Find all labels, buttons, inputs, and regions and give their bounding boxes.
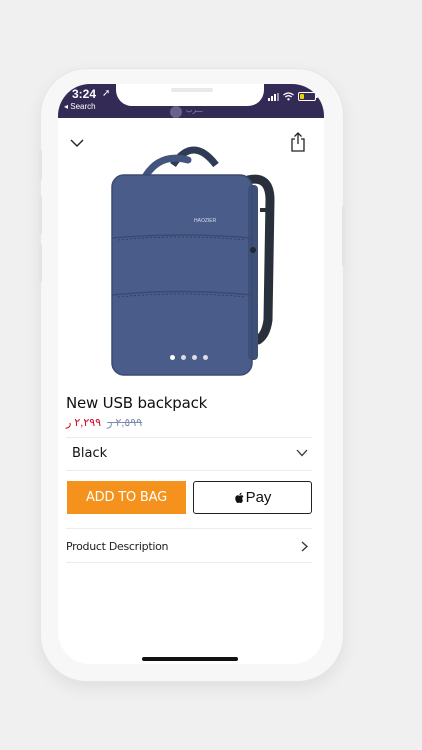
status-time: 3:24 [72, 87, 97, 101]
carousel-dot[interactable] [170, 355, 175, 360]
phone-power-button [342, 206, 345, 266]
phone-side-button [39, 244, 42, 282]
chevron-down-icon[interactable] [70, 138, 84, 148]
location-arrow-icon: ➚ [102, 88, 111, 99]
phone-speaker [171, 88, 213, 92]
app-screen: 3:24 ➚ ◂ Search ـــرب HAOZIER New USB ba… [58, 84, 324, 664]
color-selected-value: Black [72, 445, 108, 461]
product-image[interactable]: HAOZIER [98, 130, 288, 380]
back-to-search-link[interactable]: ◂ Search [64, 102, 96, 111]
share-icon[interactable] [290, 132, 306, 152]
chevron-down-icon [296, 449, 308, 457]
brand-logo-icon [170, 106, 182, 118]
home-indicator[interactable] [142, 657, 238, 661]
carousel-dot[interactable] [192, 355, 197, 360]
apple-pay-button[interactable]: Pay [193, 481, 312, 514]
product-title: New USB backpack [66, 394, 208, 412]
product-image-brand-text: HAOZIER [194, 218, 217, 224]
wifi-icon [283, 92, 294, 101]
color-selector[interactable]: Black [66, 436, 312, 470]
price-row: ٢,٢٩٩ ر ٢,٥٩٩ ر [66, 416, 142, 429]
signal-icon [268, 92, 279, 101]
apple-pay-label: Pay [245, 489, 272, 506]
price-current: ٢,٢٩٩ ر [66, 417, 102, 429]
add-to-bag-button[interactable]: ADD TO BAG [67, 481, 186, 514]
battery-icon [298, 92, 318, 101]
image-carousel-dots [170, 355, 208, 360]
phone-side-button [39, 196, 42, 234]
status-icons [268, 92, 318, 101]
brand-logo-text: ـــرب [186, 107, 203, 114]
chevron-right-icon [301, 541, 308, 551]
carousel-dot[interactable] [203, 355, 208, 360]
divider [66, 562, 312, 563]
divider [66, 470, 312, 471]
apple-logo-icon [234, 492, 244, 503]
carousel-dot[interactable] [181, 355, 186, 360]
phone-side-button [39, 150, 42, 180]
product-description-row[interactable]: Product Description [66, 529, 312, 563]
price-original: ٢,٥٩٩ ر [107, 417, 143, 429]
product-description-label: Product Description [66, 539, 169, 553]
